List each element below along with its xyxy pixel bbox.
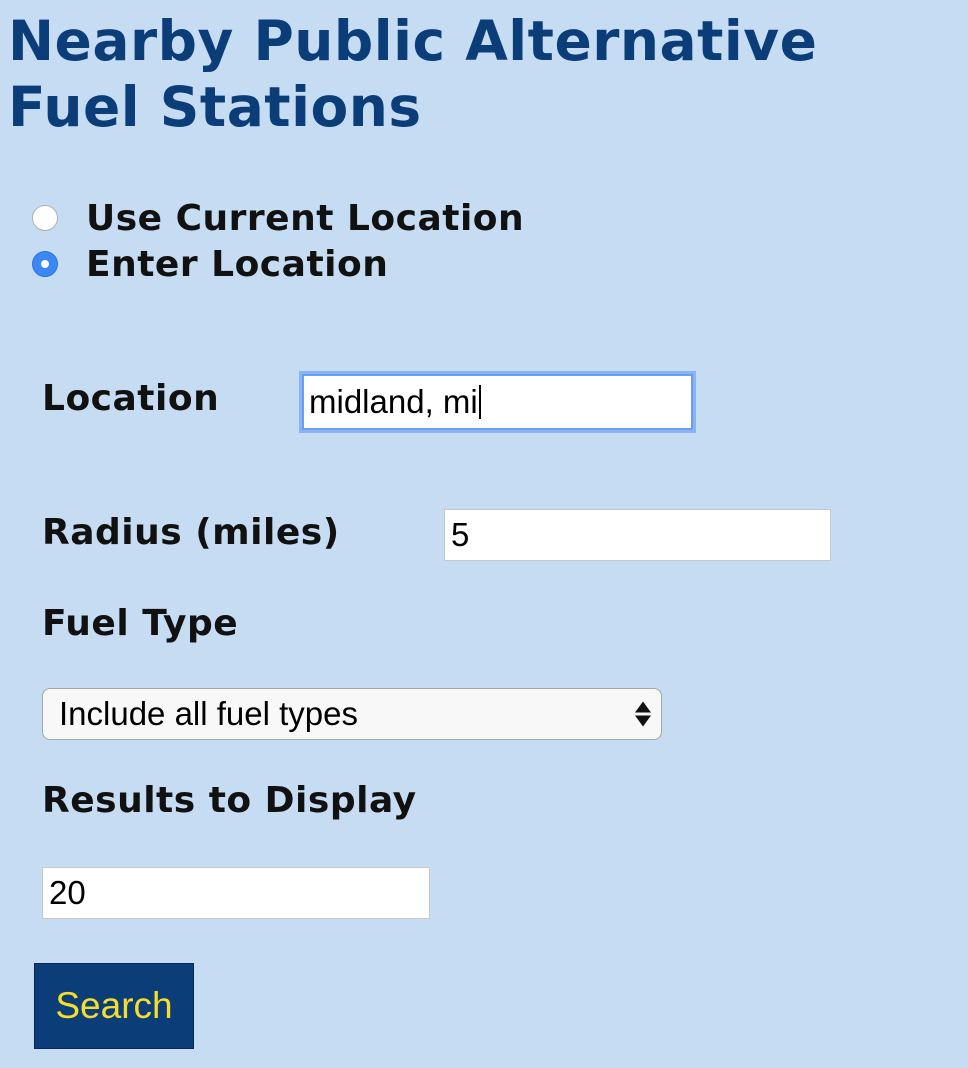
radius-input-value: 5 xyxy=(451,516,470,553)
radio-button-unchecked[interactable] xyxy=(32,205,58,231)
fuel-type-selected-value: Include all fuel types xyxy=(59,695,359,732)
fuel-type-select[interactable]: Include all fuel types xyxy=(42,688,662,740)
radio-label-use-current-location[interactable]: Use Current Location xyxy=(86,198,524,239)
text-caret xyxy=(478,385,481,419)
fuel-type-label: Fuel Type xyxy=(42,603,239,644)
radius-input[interactable]: 5 xyxy=(444,509,831,561)
results-to-display-label: Results to Display xyxy=(42,780,417,821)
location-input-value: midland, mi xyxy=(309,383,478,420)
results-input-value: 20 xyxy=(49,874,86,911)
search-button[interactable]: Search xyxy=(34,963,194,1049)
results-input[interactable]: 20 xyxy=(42,867,430,919)
page-title: Nearby Public Alternative Fuel Stations xyxy=(8,9,818,139)
radio-button-checked[interactable] xyxy=(32,251,58,277)
radio-use-current-location[interactable]: Use Current Location xyxy=(32,198,524,239)
radio-enter-location[interactable]: Enter Location xyxy=(32,244,388,285)
location-label: Location xyxy=(42,378,220,419)
radio-label-enter-location[interactable]: Enter Location xyxy=(86,244,388,285)
location-input[interactable]: midland, mi xyxy=(302,374,693,430)
radius-label: Radius (miles) xyxy=(42,512,340,553)
select-arrows-icon xyxy=(635,701,651,727)
